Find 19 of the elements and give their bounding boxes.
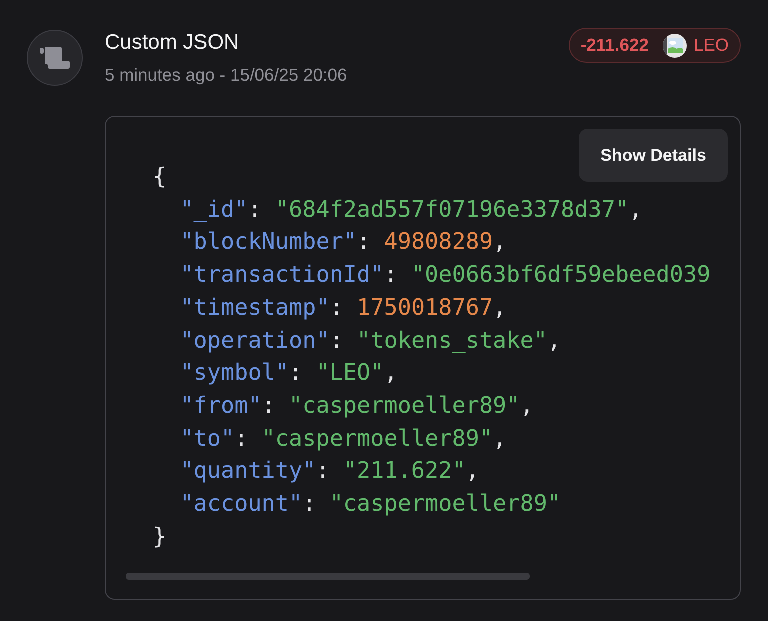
code-line: "quantity": "211.622", <box>180 457 480 486</box>
image-icon <box>662 34 687 58</box>
horizontal-scrollbar[interactable] <box>126 573 530 580</box>
code-line: "from": "caspermoeller89", <box>180 392 534 421</box>
code-line: { <box>153 163 167 192</box>
token-symbol: LEO <box>694 35 729 56</box>
code-line: "account": "caspermoeller89" <box>180 490 562 520</box>
code-line: "to": "caspermoeller89", <box>180 424 507 454</box>
code-line: "timestamp": 1750018767, <box>180 294 507 323</box>
show-details-button[interactable]: Show Details <box>579 129 728 182</box>
activity-title: Custom JSON <box>105 30 240 56</box>
code-line: } <box>153 522 167 552</box>
amount-text: -211.622 <box>580 35 649 56</box>
code-line: "blockNumber": 49808289, <box>180 228 507 258</box>
code-line: "symbol": "LEO", <box>180 359 398 388</box>
activity-time: 5 minutes ago - 15/06/25 20:06 <box>105 64 348 87</box>
code-line: "_id": "684f2ad557f07196e3378d37", <box>180 196 643 225</box>
code-line: "operation": "tokens_stake", <box>180 326 562 356</box>
code-line: "transactionId": "0e0663bf6df59ebeed039 <box>180 261 711 290</box>
